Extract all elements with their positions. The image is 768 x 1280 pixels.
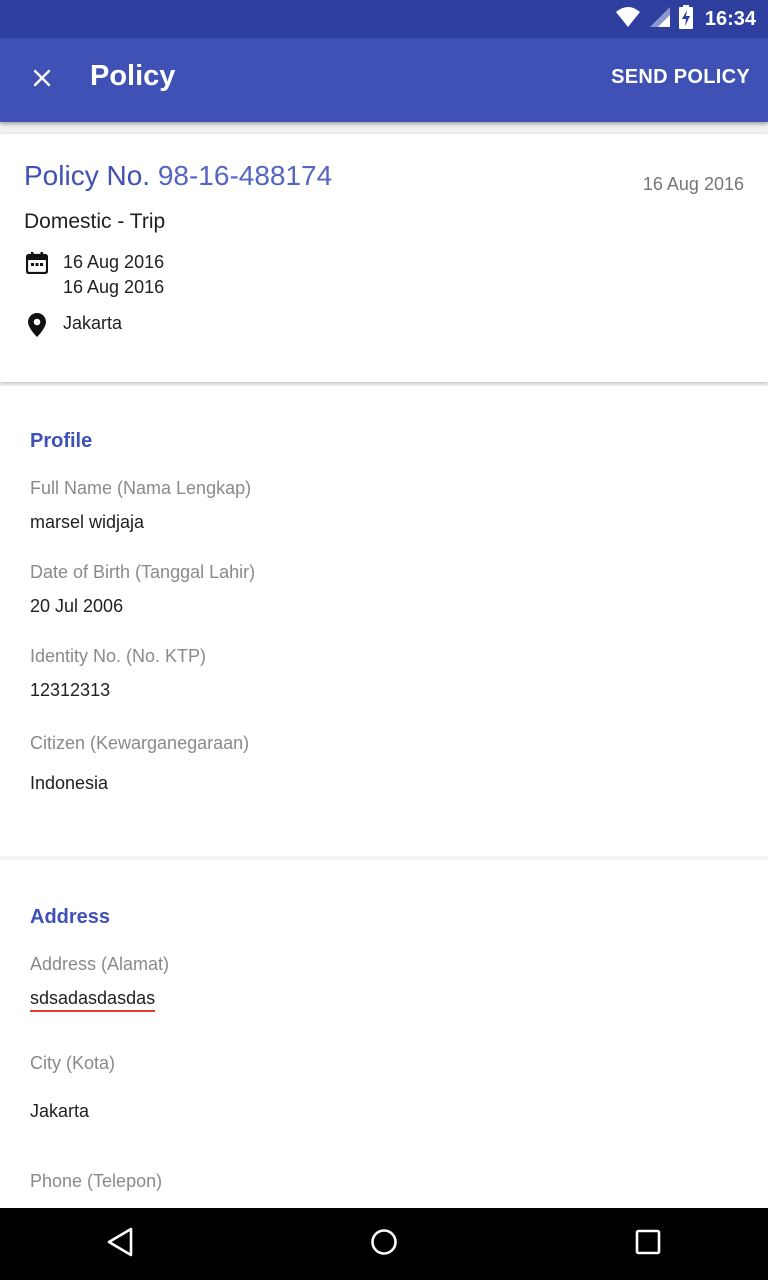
full-name-label: Full Name (Nama Lengkap) — [30, 478, 252, 498]
close-button[interactable] — [18, 56, 66, 104]
recents-icon — [635, 1229, 661, 1260]
dob-value: 20 Jul 2006 — [30, 596, 124, 616]
policy-heading: Policy No. 98-16-488174 — [24, 160, 332, 192]
city-label: City (Kota) — [30, 1053, 116, 1073]
address-label: Address (Alamat) — [30, 954, 170, 974]
profile-section: Profile Full Name (Nama Lengkap) marsel … — [0, 386, 768, 856]
profile-title: Profile — [30, 430, 93, 452]
home-icon — [370, 1228, 398, 1261]
recents-button[interactable] — [628, 1224, 668, 1264]
send-policy-button[interactable]: SEND POLICY — [611, 66, 750, 89]
trip-end-date: 16 Aug 2016 — [63, 277, 165, 297]
status-time: 16:34 — [704, 7, 756, 30]
status-bar: 16:34 — [0, 0, 768, 38]
page-title: Policy — [90, 60, 176, 92]
status-icons: 16:34 — [615, 0, 756, 38]
identity-label: Identity No. (No. KTP) — [30, 646, 207, 666]
dob-label: Date of Birth (Tanggal Lahir) — [30, 562, 256, 582]
identity-value: 12312313 — [30, 680, 111, 700]
citizen-label: Citizen (Kewarganegaraan) — [30, 733, 250, 753]
app-bar: Policy SEND POLICY — [0, 38, 768, 122]
city-value: Jakarta — [30, 1101, 90, 1121]
address-title: Address — [30, 906, 111, 928]
back-icon — [106, 1227, 134, 1262]
back-button[interactable] — [100, 1224, 140, 1264]
full-name-value: marsel widjaja — [30, 512, 145, 532]
policy-label: Policy No. — [24, 160, 151, 191]
trip-type: Domestic - Trip — [24, 210, 166, 233]
close-icon — [33, 69, 51, 92]
policy-number: 98-16-488174 — [157, 160, 333, 191]
calendar-icon — [24, 250, 50, 276]
policy-card: Policy No. 98-16-488174 16 Aug 2016 Dome… — [0, 134, 768, 382]
home-button[interactable] — [364, 1224, 404, 1264]
navigation-bar — [0, 1208, 768, 1280]
content-scroll[interactable]: Policy No. 98-16-488174 16 Aug 2016 Dome… — [0, 122, 768, 1208]
policy-issue-date: 16 Aug 2016 — [642, 174, 744, 194]
trip-dates: 16 Aug 2016 16 Aug 2016 — [63, 250, 164, 300]
location-pin-icon — [24, 312, 50, 338]
trip-start-date: 16 Aug 2016 — [63, 252, 165, 272]
citizen-value: Indonesia — [30, 773, 109, 793]
wifi-icon — [615, 6, 641, 33]
address-text: sdsadasdasdas — [30, 988, 156, 1012]
address-section: Address Address (Alamat) sdsadasdasdas C… — [0, 860, 768, 1208]
battery-charging-icon — [678, 4, 693, 34]
phone-label: Phone (Telepon) — [30, 1171, 163, 1191]
signal-icon — [649, 6, 671, 33]
trip-location: Jakarta — [63, 313, 123, 333]
address-value[interactable]: sdsadasdasdas — [30, 988, 156, 1012]
